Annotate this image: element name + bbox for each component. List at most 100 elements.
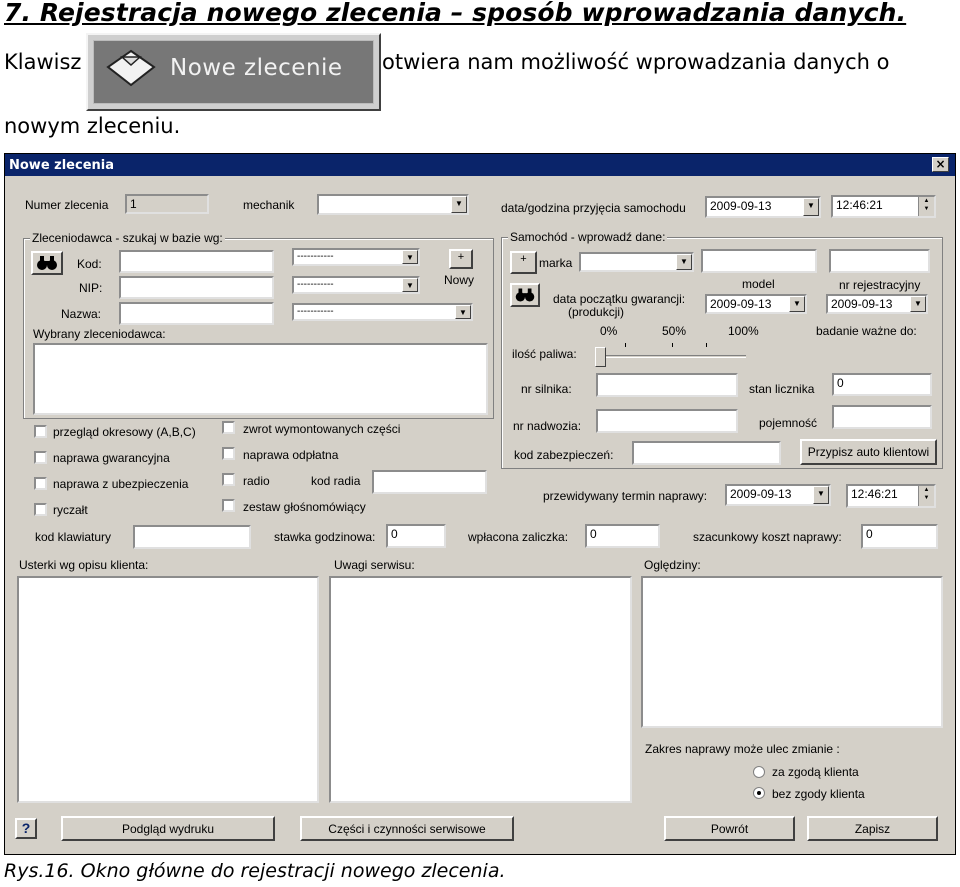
inspection-textarea[interactable] [641,576,943,728]
chevron-down-icon: ▼ [455,305,471,319]
radio-code-label: kod radia [311,474,361,488]
client-search-button[interactable] [31,251,63,275]
car-search-button[interactable] [510,283,540,307]
inspection-date-select[interactable]: 2009-09-13 ▼ [826,294,928,314]
add-car-button[interactable]: + [510,251,537,274]
warranty-repair-checkbox[interactable] [34,451,47,464]
paid-repair-checkbox[interactable] [222,447,235,460]
save-button[interactable]: Zapisz [807,816,938,841]
insurance-repair-label: naprawa z ubezpieczenia [53,477,189,491]
nip-label: NIP: [79,281,103,295]
estimated-cost-field[interactable]: 0 [861,524,938,549]
flat-rate-checkbox[interactable] [34,503,47,516]
nazwa-label: Nazwa: [61,307,102,321]
add-client-button[interactable]: + [449,249,473,269]
nazwa-field[interactable] [119,302,274,325]
section-heading: 7. Rejestracja nowego zlecenia – sposób … [4,0,907,27]
return-parts-label: zwrot wymontowanych części [243,422,401,436]
keypad-code-field[interactable] [133,525,251,549]
fuel-slider-track[interactable] [599,355,746,358]
client-faults-label: Usterki wg opisu klienta: [19,558,149,572]
fuel-tick [672,343,673,347]
with-consent-radio[interactable] [753,766,765,778]
registration-field[interactable] [829,249,930,273]
without-consent-label: bez zgody klienta [772,787,865,801]
body-number-field[interactable] [596,409,738,433]
acceptance-date-select[interactable]: 2009-09-13 ▼ [705,196,821,218]
chevron-down-icon: ▼ [910,296,926,312]
client-faults-textarea[interactable] [17,576,319,803]
kod-field[interactable] [119,250,274,273]
spinner-icon[interactable]: ▲ ▼ [918,197,934,216]
paid-repair-label: naprawa odpłatna [243,448,339,462]
security-code-field[interactable] [632,441,781,465]
spinner-icon[interactable]: ▲ ▼ [918,486,934,506]
acceptance-time-field[interactable]: 12:46:21 ▲ ▼ [831,195,936,218]
client-search-group-title: Zleceniodawca - szukaj w bazie wg: [30,231,225,245]
advance-field[interactable]: 0 [585,524,660,548]
paragraph-line2: nowym zleceniu. [4,114,181,138]
service-notes-textarea[interactable] [329,576,632,803]
repair-deadline-date-select[interactable]: 2009-09-13 ▼ [725,484,831,506]
capacity-label: pojemność [759,416,818,430]
hourly-rate-field[interactable]: 0 [386,524,446,548]
nip-field[interactable] [119,276,274,299]
advance-label: wpłacona zaliczka: [468,530,569,544]
model-field[interactable] [701,249,817,273]
warranty-sublabel: (produkcji) [568,305,625,319]
nip-select[interactable]: ----------- ▼ [292,276,420,294]
chevron-down-icon: ▼ [803,198,819,216]
handsfree-label: zestaw głośnomówiący [243,500,366,514]
fuel-slider-thumb[interactable] [595,347,606,367]
radio-checkbox[interactable] [222,473,235,486]
acceptance-datetime-label: data/godzina przyjęcia samochodu [501,201,686,215]
chevron-down-icon: ▼ [676,254,692,270]
new-order-image-label: Nowe zlecenie [170,55,343,81]
binoculars-icon [515,288,535,302]
nazwa-select[interactable]: ----------- ▼ [292,303,473,321]
new-order-window: Nowe zlecenia × Numer zlecenia 1 mechani… [4,153,956,855]
radio-label: radio [243,474,270,488]
close-button[interactable]: × [932,157,949,172]
new-client-label: Nowy [444,273,475,287]
print-preview-button[interactable]: Podgląd wydruku [61,816,275,841]
mechanic-select[interactable]: ▼ [317,194,469,215]
warranty-repair-label: naprawa gwarancyjna [53,451,170,465]
insurance-repair-checkbox[interactable] [34,477,47,490]
parts-services-button[interactable]: Części i czynności serwisowe [300,816,514,841]
paragraph-start: Klawisz [4,50,82,74]
fuel-tick [706,343,707,347]
capacity-field[interactable] [832,405,932,429]
radio-code-field[interactable] [372,470,487,494]
car-group-title: Samochód - wprowadź dane: [508,230,668,244]
odometer-field[interactable]: 0 [832,373,932,396]
with-consent-label: za zgodą klienta [772,765,859,779]
warranty-date-select[interactable]: 2009-09-13 ▼ [705,294,807,314]
back-button[interactable]: Powrót [664,816,795,841]
inspection-valid-label: badanie ważne do: [816,324,917,338]
handsfree-checkbox[interactable] [222,499,235,512]
periodic-inspection-checkbox[interactable] [34,425,47,438]
repair-deadline-time-field[interactable]: 12:46:21 ▲ ▼ [846,484,936,508]
mechanic-label: mechanik [243,198,295,212]
kod-label: Kod: [77,257,102,271]
inspection-label: Oględziny: [644,558,701,572]
assign-car-button[interactable]: Przypisz auto klientowi [800,439,937,465]
fuel-label: ilość paliwa: [512,347,577,361]
return-parts-checkbox[interactable] [222,421,235,434]
flat-rate-label: ryczałt [53,503,88,517]
security-code-label: kod zabezpieczeń: [514,448,614,462]
hourly-rate-label: stawka godzinowa: [274,530,376,544]
repair-deadline-label: przewidywany termin naprawy: [543,489,708,503]
engine-number-label: nr silnika: [521,382,572,396]
marka-label: marka [539,256,573,270]
without-consent-radio[interactable] [753,787,765,799]
help-button[interactable]: ? [15,818,37,839]
selected-client-box [33,343,488,415]
engine-number-field[interactable] [596,373,738,397]
model-label: model [742,277,775,291]
window-titlebar: Nowe zlecenia × [5,154,955,176]
figure-caption: Rys.16. Okno główne do rejestracji noweg… [4,860,506,882]
marka-select[interactable]: ▼ [579,252,694,272]
kod-select[interactable]: ----------- ▼ [292,248,420,266]
